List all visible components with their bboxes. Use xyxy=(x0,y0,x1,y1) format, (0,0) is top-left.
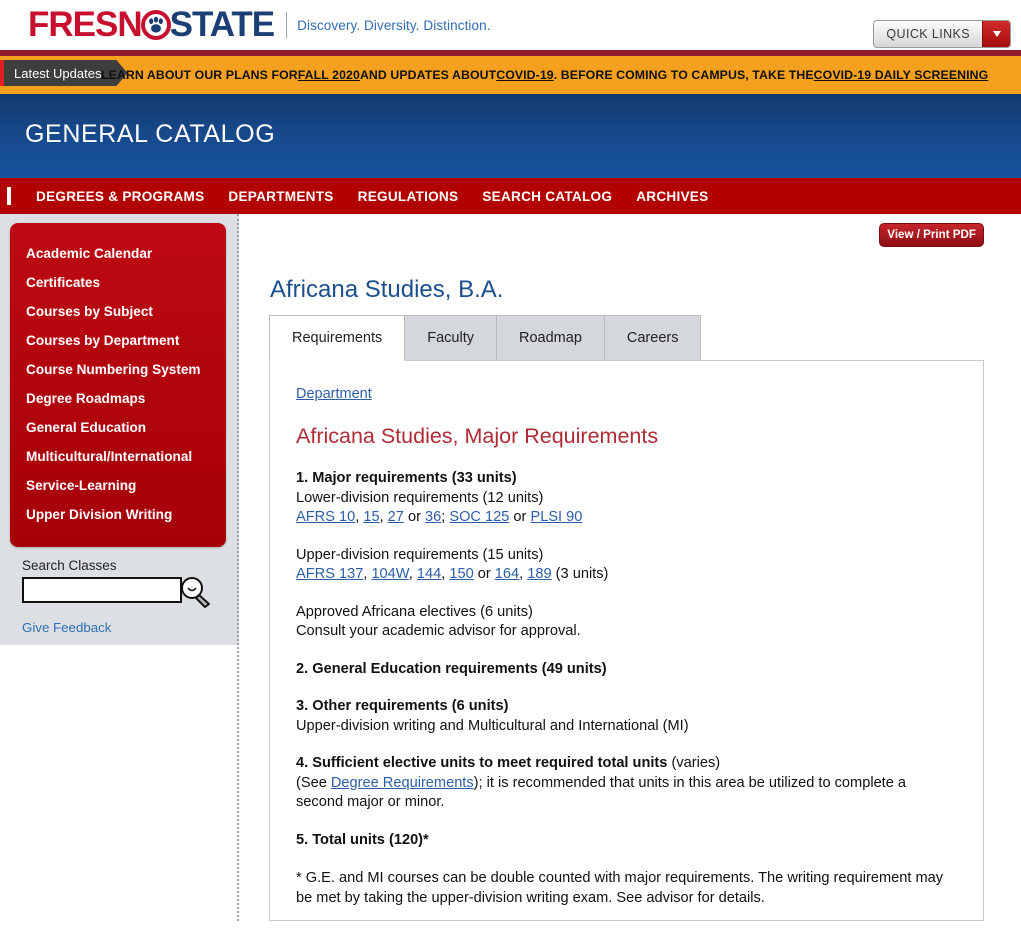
sidebar-item-general-education[interactable]: General Education xyxy=(10,413,226,442)
sep: or xyxy=(509,509,530,525)
department-link[interactable]: Department xyxy=(296,386,372,402)
requirement-item-2: 2. General Education requirements (49 un… xyxy=(296,660,957,680)
item1-course-list: AFRS 10, 15, 27 or 36; SOC 125 or PLSI 9… xyxy=(296,508,957,528)
alert-link-covid-19[interactable]: COVID-19 xyxy=(496,68,554,82)
requirement-item-5: 5. Total units (120)* xyxy=(296,831,957,851)
sidebar-menu: Academic Calendar Certificates Courses b… xyxy=(10,223,226,547)
logo-text-state: STATE xyxy=(170,6,275,44)
requirement-item-3: 3. Other requirements (6 units) Upper-di… xyxy=(296,697,957,736)
nav-item-archives[interactable]: ARCHIVES xyxy=(624,189,720,204)
upper-division-label: Upper-division requirements (15 units) xyxy=(296,546,957,566)
item4-units: (varies) xyxy=(667,755,720,771)
tab-roadmap[interactable]: Roadmap xyxy=(497,315,605,361)
fresno-state-logo[interactable]: FRESN STATE Discovery. Diversity. Distin… xyxy=(28,6,491,44)
search-input[interactable] xyxy=(22,577,182,603)
tab-faculty[interactable]: Faculty xyxy=(405,315,497,361)
sidebar-item-multicultural-international[interactable]: Multicultural/International xyxy=(10,442,226,471)
upper-division-units: (3 units) xyxy=(552,566,609,582)
item1-lower-division-label: Lower-division requirements (12 units) xyxy=(296,489,957,509)
sep: , xyxy=(409,566,417,582)
upper-division-course-list: AFRS 137, 104W, 144, 150 or 164, 189 (3 … xyxy=(296,565,957,585)
alert-banner: Latest Updates LEARN ABOUT OUR PLANS FOR… xyxy=(0,56,1021,94)
sep: , xyxy=(380,509,388,525)
course-link-104w[interactable]: 104W xyxy=(371,566,408,582)
degree-requirements-link[interactable]: Degree Requirements xyxy=(331,775,474,791)
sidebar-item-service-learning[interactable]: Service-Learning xyxy=(10,471,226,500)
requirement-item-1: 1. Major requirements (33 units) Lower-d… xyxy=(296,469,957,528)
sep: or xyxy=(474,566,495,582)
alert-link-fall-2020[interactable]: FALL 2020 xyxy=(298,68,360,82)
item3-detail: Upper-division writing and Multicultural… xyxy=(296,717,957,737)
requirements-panel: Department Africana Studies, Major Requi… xyxy=(269,360,984,921)
course-link-189[interactable]: 189 xyxy=(527,566,551,582)
course-link-plsi-90[interactable]: PLSI 90 xyxy=(530,509,582,525)
paw-print-icon xyxy=(141,10,171,40)
sidebar: Academic Calendar Certificates Courses b… xyxy=(0,214,239,645)
quick-links-button[interactable]: QUICK LINKS xyxy=(873,20,1011,48)
view-print-pdf-button[interactable]: View / Print PDF xyxy=(879,223,984,247)
sidebar-item-certificates[interactable]: Certificates xyxy=(10,268,226,297)
magnifying-glass-icon[interactable] xyxy=(178,575,216,614)
item3-title: 3. Other requirements (6 units) xyxy=(296,697,957,717)
course-link-150[interactable]: 150 xyxy=(449,566,473,582)
major-requirements-heading: Africana Studies, Major Requirements xyxy=(296,424,957,449)
course-link-144[interactable]: 144 xyxy=(417,566,441,582)
sidebar-item-academic-calendar[interactable]: Academic Calendar xyxy=(10,239,226,268)
logo-divider xyxy=(286,12,287,38)
alert-link-daily-screening[interactable]: COVID-19 DAILY SCREENING xyxy=(814,68,989,82)
sep: or xyxy=(404,509,425,525)
sidebar-item-course-numbering-system[interactable]: Course Numbering System xyxy=(10,355,226,384)
tab-careers[interactable]: Careers xyxy=(605,315,702,361)
electives-block: Approved Africana electives (6 units) Co… xyxy=(296,603,957,642)
alert-text-3: . BEFORE COMING TO CAMPUS, TAKE THE xyxy=(554,68,814,82)
page-title: Africana Studies, B.A. xyxy=(270,276,503,304)
tab-requirements[interactable]: Requirements xyxy=(269,315,405,361)
item2-title: 2. General Education requirements (49 un… xyxy=(296,660,957,680)
course-link-afrs-137[interactable]: AFRS 137 xyxy=(296,566,363,582)
main-navigation: DEGREES & PROGRAMS DEPARTMENTS REGULATIO… xyxy=(0,178,1021,214)
nav-item-degrees-programs[interactable]: DEGREES & PROGRAMS xyxy=(24,189,216,204)
item1-title: 1. Major requirements xyxy=(296,470,448,486)
main-content: View / Print PDF Africana Studies, B.A. … xyxy=(239,214,1021,921)
nav-tick-marker xyxy=(7,187,11,205)
sidebar-item-degree-roadmaps[interactable]: Degree Roadmaps xyxy=(10,384,226,413)
electives-line-1: Approved Africana electives (6 units) xyxy=(296,603,957,623)
course-link-soc-125[interactable]: SOC 125 xyxy=(449,509,509,525)
alert-message: LEARN ABOUT OUR PLANS FOR FALL 2020 AND … xyxy=(101,56,988,94)
logo-text-fresn: FRESN xyxy=(28,6,142,44)
site-header: FRESN STATE Discovery. Diversity. Distin… xyxy=(0,0,1021,50)
footnote-text: * G.E. and MI courses can be double coun… xyxy=(296,868,957,908)
course-link-27[interactable]: 27 xyxy=(388,509,404,525)
course-link-afrs-10[interactable]: AFRS 10 xyxy=(296,509,355,525)
sidebar-item-courses-by-department[interactable]: Courses by Department xyxy=(10,326,226,355)
nav-item-regulations[interactable]: REGULATIONS xyxy=(346,189,471,204)
sidebar-item-upper-division-writing[interactable]: Upper Division Writing xyxy=(10,500,226,529)
item5-title: 5. Total units (120)* xyxy=(296,831,957,851)
nav-item-search-catalog[interactable]: SEARCH CATALOG xyxy=(470,189,624,204)
give-feedback-link[interactable]: Give Feedback xyxy=(22,620,111,635)
quick-links-label: QUICK LINKS xyxy=(874,21,982,47)
requirement-item-4: 4. Sufficient elective units to meet req… xyxy=(296,754,957,813)
nav-item-departments[interactable]: DEPARTMENTS xyxy=(216,189,345,204)
course-link-36[interactable]: 36 xyxy=(425,509,441,525)
alert-text-1: LEARN ABOUT OUR PLANS FOR xyxy=(101,68,298,82)
course-link-164[interactable]: 164 xyxy=(495,566,519,582)
banner-title: GENERAL CATALOG xyxy=(25,120,275,149)
item4-pre: (See xyxy=(296,775,331,791)
catalog-banner: GENERAL CATALOG xyxy=(0,94,1021,178)
item4-detail: (See Degree Requirements); it is recomme… xyxy=(296,774,957,813)
search-classes-label: Search Classes xyxy=(22,558,222,573)
item4-title: 4. Sufficient elective units to meet req… xyxy=(296,755,667,771)
electives-line-2: Consult your academic advisor for approv… xyxy=(296,622,957,642)
course-link-15[interactable]: 15 xyxy=(363,509,379,525)
alert-text-2: AND UPDATES ABOUT xyxy=(360,68,496,82)
site-tagline: Discovery. Diversity. Distinction. xyxy=(297,18,490,33)
upper-division-block: Upper-division requirements (15 units) A… xyxy=(296,546,957,585)
item1-units: (33 units) xyxy=(448,470,517,486)
chevron-down-icon[interactable] xyxy=(982,21,1010,47)
content-tabs: Requirements Faculty Roadmap Careers xyxy=(269,315,727,361)
search-classes-block: Search Classes xyxy=(22,558,222,607)
sidebar-item-courses-by-subject[interactable]: Courses by Subject xyxy=(10,297,226,326)
